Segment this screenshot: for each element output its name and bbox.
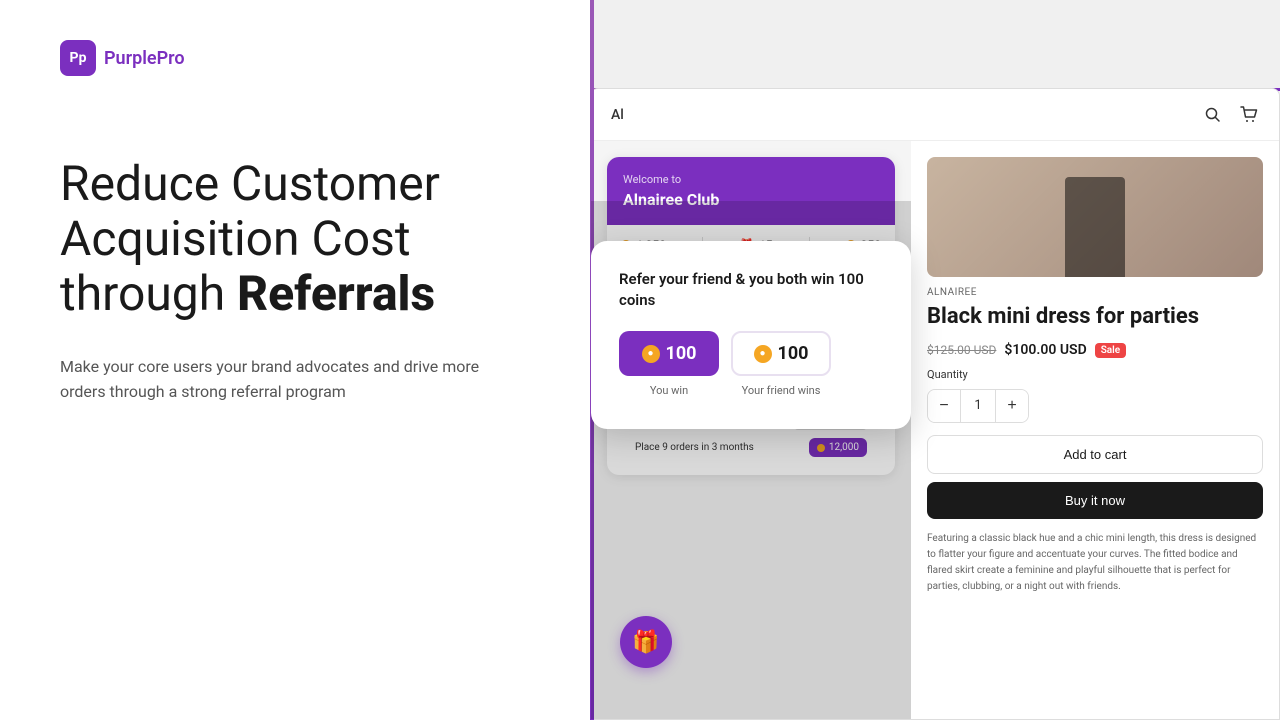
store-name: Al (611, 107, 624, 123)
product-area: ALNAIREE Black mini dress for parties $1… (911, 141, 1279, 719)
gift-float-button[interactable]: 🎁 (620, 616, 672, 668)
browser-mockup: Al (590, 88, 1280, 720)
cart-icon[interactable] (1239, 105, 1259, 125)
you-win-label: You win (619, 384, 719, 397)
logo-text: PurplePro (104, 48, 185, 69)
quantity-value: 1 (960, 390, 996, 422)
headline: Reduce Customer Acquisition Cost through… (60, 156, 530, 322)
right-panel: Al (590, 0, 1280, 720)
coin-icon-you: ● (642, 345, 660, 363)
you-win-badge: ● 100 (619, 331, 719, 376)
original-price: $125.00 USD (927, 343, 996, 357)
friend-wins-label: Your friend wins (731, 384, 831, 397)
add-to-cart-button[interactable]: Add to cart (927, 435, 1263, 474)
quantity-control: − 1 + (927, 389, 1029, 423)
referral-modal: Refer your friend & you both win 100 coi… (591, 241, 911, 429)
friend-wins-badge: ● 100 (731, 331, 831, 376)
left-panel: Pp PurplePro Reduce Customer Acquisition… (0, 0, 590, 720)
quantity-plus-button[interactable]: + (996, 390, 1028, 422)
product-pricing: $125.00 USD $100.00 USD Sale (927, 342, 1263, 358)
search-icon[interactable] (1203, 105, 1223, 125)
sale-price: $100.00 USD (1004, 342, 1086, 358)
logo-area: Pp PurplePro (60, 40, 530, 76)
store-header: Al (591, 89, 1279, 141)
product-description: Featuring a classic black hue and a chic… (927, 531, 1263, 595)
store-content: Welcome to Alnairee Club 1,250 🎁 15 (591, 141, 1279, 719)
coin-icon-friend: ● (754, 345, 772, 363)
widget-welcome-label: Welcome to (623, 173, 879, 186)
coins-row: ● 100 ● 100 (619, 331, 883, 376)
buy-now-button[interactable]: Buy it now (927, 482, 1263, 519)
store-header-actions (1203, 105, 1259, 125)
product-brand: ALNAIREE (927, 287, 1263, 298)
product-image (927, 157, 1263, 277)
modal-title: Refer your friend & you both win 100 coi… (619, 269, 883, 311)
quantity-minus-button[interactable]: − (928, 390, 960, 422)
sale-badge: Sale (1095, 343, 1126, 358)
coin-labels: You win Your friend wins (619, 384, 883, 397)
quantity-label: Quantity (927, 368, 1263, 381)
product-title: Black mini dress for parties (927, 304, 1263, 330)
logo-icon: Pp (60, 40, 96, 76)
subtext: Make your core users your brand advocate… (60, 354, 510, 405)
